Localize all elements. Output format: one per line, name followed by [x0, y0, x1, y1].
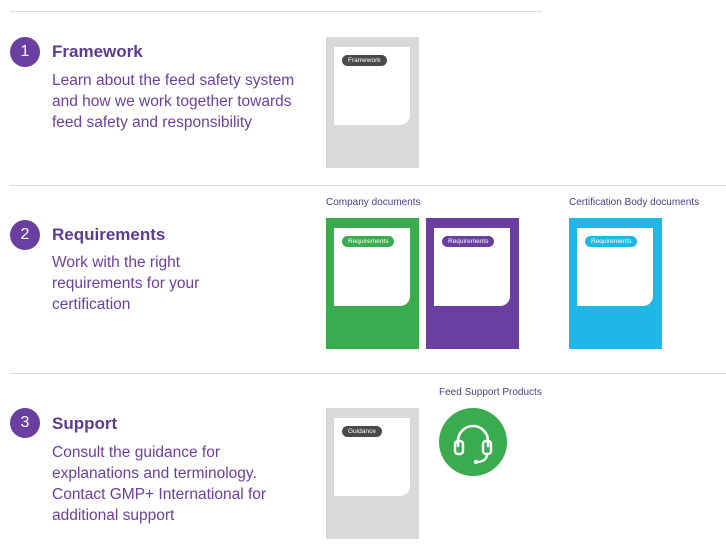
step-1-description: Learn about the feed safety system and h…: [52, 72, 295, 131]
framework-document[interactable]: Framework: [326, 37, 419, 168]
step-2-number: 2: [10, 220, 40, 250]
requirements-tag: Requirements: [342, 236, 395, 247]
framework-tag: Framework: [342, 55, 387, 66]
guidance-tag: Guidance: [342, 426, 382, 437]
company-documents-label: Company documents: [326, 197, 421, 208]
step-3-title: Support: [52, 414, 118, 433]
separator-2: [10, 373, 726, 374]
step-2-title: Requirements: [52, 225, 166, 244]
feed-support-products-label: Feed Support Products: [439, 387, 542, 398]
requirements-document-cyan[interactable]: Requirements: [569, 218, 662, 349]
step-1-number: 1: [10, 37, 40, 67]
step-3-description: Consult the guidance for explanations an…: [52, 444, 267, 524]
requirements-tag: Requirements: [585, 236, 638, 247]
separator-1: [10, 185, 726, 186]
separator-top: [10, 11, 542, 12]
requirements-document-green[interactable]: Requirements: [326, 218, 419, 349]
headset-icon: [453, 424, 493, 465]
certification-body-documents-label: Certification Body documents: [569, 197, 700, 208]
requirements-tag: Requirements: [442, 236, 495, 247]
step-2-description: Work with the right requirements for you…: [52, 254, 200, 313]
guidance-document[interactable]: Guidance: [326, 408, 419, 539]
support-products-button[interactable]: [439, 408, 507, 476]
step-3-number: 3: [10, 408, 40, 438]
step-1-title: Framework: [52, 42, 143, 61]
requirements-document-purple[interactable]: Requirements: [426, 218, 519, 349]
